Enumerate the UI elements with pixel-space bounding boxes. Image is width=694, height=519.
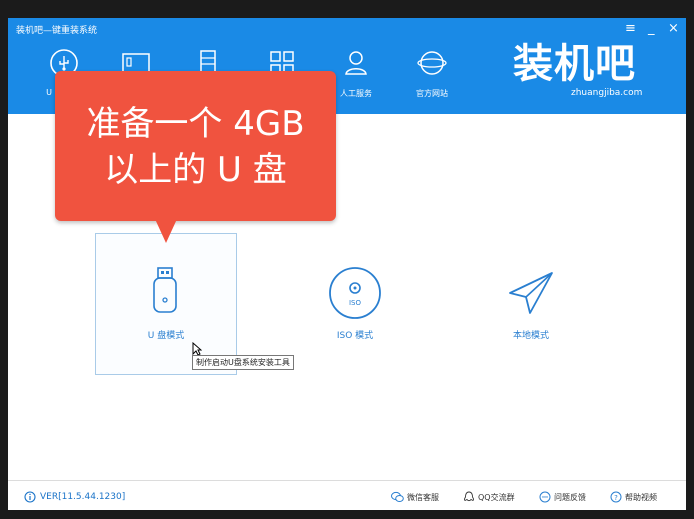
app-window: 装机吧—键重装系统 ≡ _ × U 人工服务 官方网站 装机吧 zhuangji… [8, 18, 686, 510]
mode-label-local: 本地模式 [512, 331, 549, 341]
mouse-cursor-icon [192, 342, 202, 356]
feedback-icon [539, 491, 551, 503]
callout-tail [155, 219, 177, 243]
svg-text:?: ? [614, 494, 618, 502]
footer-link-label: 帮助视频 [625, 492, 657, 502]
disc-icon: ISO [329, 267, 381, 319]
mode-card-iso[interactable]: ISO ISO 模式 [320, 258, 390, 348]
minimize-button[interactable]: _ [648, 22, 655, 36]
logo-text: 装机吧 [513, 41, 636, 87]
footer-link-label: QQ交流群 [478, 492, 515, 502]
nav-label-website: 官方网站 [416, 89, 448, 98]
instruction-callout: 准备一个 4GB 以上的 U 盘 [55, 71, 336, 243]
footer-link-label: 问题反馈 [554, 492, 586, 502]
footer-link-wechat[interactable]: 微信客服 [391, 491, 439, 503]
window-title: 装机吧—键重装系统 [16, 26, 98, 36]
wechat-icon [391, 491, 404, 502]
footer-link-label: 微信客服 [407, 492, 439, 502]
close-button[interactable]: × [668, 22, 679, 36]
nav-item-service[interactable]: 人工服务 [328, 48, 384, 104]
mode-card-local[interactable]: 本地模式 [496, 263, 566, 348]
footer-link-qq[interactable]: QQ交流群 [463, 491, 515, 503]
menu-icon[interactable]: ≡ [625, 22, 636, 36]
info-icon [24, 491, 36, 503]
callout-line-1: 准备一个 4GB [86, 104, 305, 144]
help-icon: ? [610, 491, 622, 503]
person-icon [345, 51, 367, 75]
callout-line-2: 以上的 U 盘 [104, 150, 287, 190]
svg-text:ISO: ISO [349, 299, 362, 307]
mode-card-usb[interactable]: U 盘模式 [95, 233, 237, 375]
logo-domain: zhuangjiba.com [571, 88, 643, 98]
usb-mode-tooltip: 制作启动U盘系统安装工具 [192, 355, 294, 370]
nav-label-service: 人工服务 [340, 89, 372, 98]
version-info: VER[11.5.44.1230] [24, 491, 125, 503]
paper-plane-icon [509, 272, 553, 314]
footer-link-feedback[interactable]: 问题反馈 [539, 491, 586, 503]
footer-link-help[interactable]: ? 帮助视频 [610, 491, 657, 503]
nav-item-website[interactable]: 官方网站 [404, 48, 460, 104]
mode-label-usb: U 盘模式 [147, 331, 185, 341]
globe-icon [417, 51, 447, 75]
brand-logo: 装机吧 zhuangjiba.com [513, 42, 653, 106]
version-text: VER[11.5.44.1230] [40, 492, 126, 502]
footer-bar: VER[11.5.44.1230] 微信客服 QQ交流群 问题反馈 ? 帮助视频 [8, 480, 686, 510]
mode-label-iso: ISO 模式 [336, 331, 374, 341]
usb-drive-icon [153, 267, 177, 313]
qq-icon [464, 491, 474, 502]
